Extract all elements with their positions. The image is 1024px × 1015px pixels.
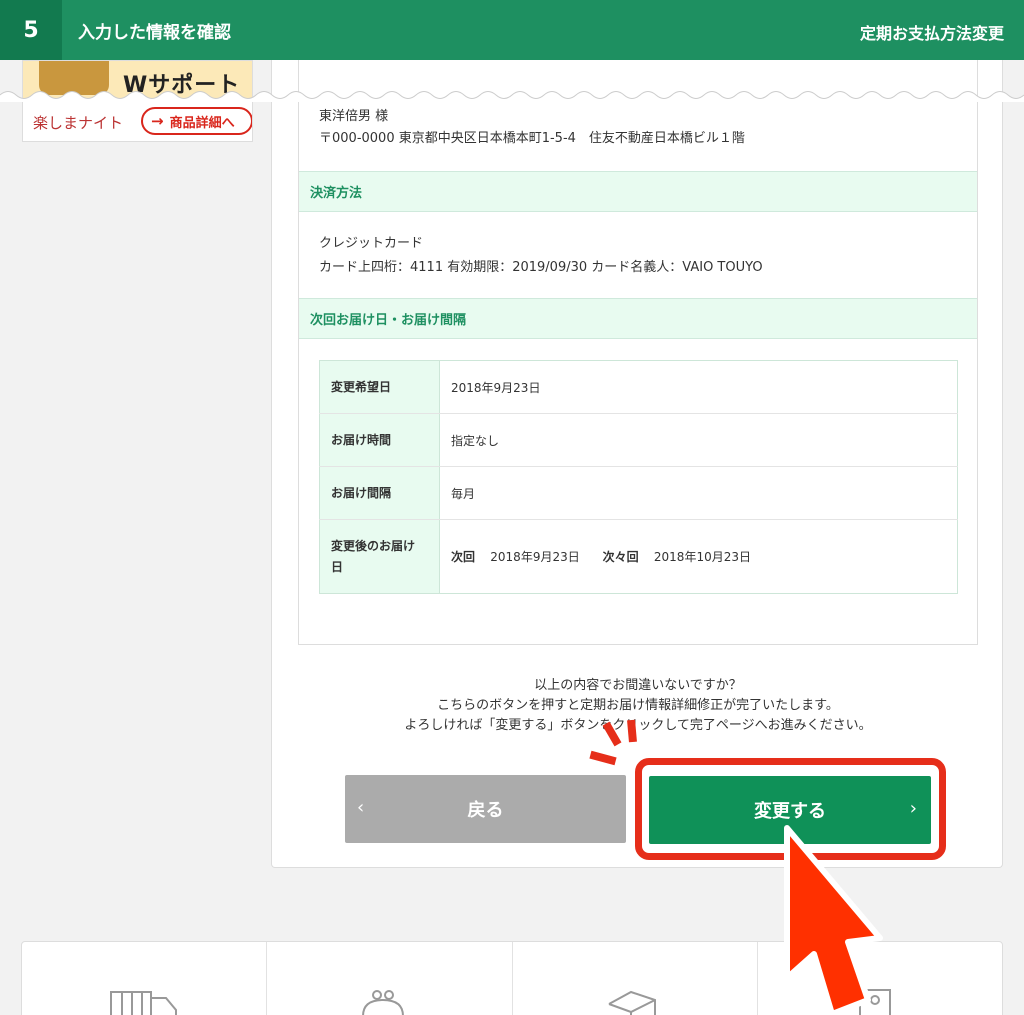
row-label: お届け時間 (319, 413, 440, 467)
after-change-label-line1: 変更後のお届け (331, 538, 416, 553)
payment-method: クレジットカード (319, 236, 424, 251)
table-row: お届け時間 指定なし (319, 413, 958, 467)
schedule-section-header: 次回お届け日・お届け間隔 (299, 298, 977, 339)
confirm-line: こちらのボタンを押すと定期お届け情報詳細修正が完了いたします。 (437, 698, 839, 713)
schedule-table: 変更希望日 2018年9月23日 お届け時間 指定なし お届け間隔 毎月 変更後… (319, 360, 958, 594)
pointer-arrow-icon (784, 825, 883, 1015)
row-label: 変更後のお届け 日 (319, 519, 440, 594)
next-date: 2018年9月23日 (490, 550, 580, 564)
bottom-nav-item[interactable] (513, 942, 758, 1015)
box-icon (608, 990, 656, 1015)
row-label: 変更希望日 (319, 360, 440, 414)
order-info-box: 東洋倍男 様 〒000-0000 東京都中央区日本橋本町1-5-4 住友不動産日… (298, 60, 978, 645)
row-value: 指定なし (439, 413, 958, 467)
after-next-date: 2018年10月23日 (653, 550, 751, 564)
payment-section-header: 決済方法 (299, 171, 977, 212)
product-detail-link[interactable]: → 商品詳細へ (141, 107, 252, 135)
truck-icon (110, 991, 177, 1015)
after-change-label-line2: 日 (331, 559, 344, 574)
next-label: 次回 (451, 550, 476, 564)
torn-edge-decoration (0, 91, 1024, 102)
after-next-label: 次々回 (602, 550, 639, 564)
recipient-address: 〒000-0000 東京都中央区日本橋本町1-5-4 住友不動産日本橋ビル１階 (319, 131, 745, 146)
back-button-label: 戻る (467, 800, 504, 821)
step-title: 入力した情報を確認 (78, 22, 231, 43)
card-info: カード上四桁：4111 有効期限：2019/09/30 カード名義人：VAIO … (319, 260, 763, 275)
page-title: 定期お支払方法変更 (859, 24, 1004, 43)
delivery-address: 東洋倍男 様 〒000-0000 東京都中央区日本橋本町1-5-4 住友不動産日… (319, 106, 745, 150)
table-row: お届け間隔 毎月 (319, 466, 958, 520)
row-label: お届け間隔 (319, 466, 440, 520)
bottom-nav-item[interactable] (267, 942, 513, 1015)
chevron-right-icon: › (909, 798, 917, 819)
table-row: 変更後のお届け 日 次回 2018年9月23日 次々回 2018年10月23日 (319, 519, 958, 594)
row-value: 次回 2018年9月23日 次々回 2018年10月23日 (440, 520, 958, 594)
payment-info: クレジットカード カード上四桁：4111 有効期限：2019/09/30 カード… (319, 232, 763, 280)
confirm-line: 以上の内容でお間違いないですか？ (534, 678, 742, 693)
recipient-name: 東洋倍男 様 (319, 109, 389, 124)
purse-icon (362, 990, 405, 1015)
chevron-left-icon: ‹ (357, 797, 365, 818)
banner-brand: 楽しまナイト (33, 113, 124, 132)
emphasis-sparks-icon (589, 719, 637, 766)
step-number: 5 (0, 0, 62, 60)
bottom-nav-item[interactable] (22, 942, 268, 1015)
table-row: 変更希望日 2018年9月23日 (319, 360, 958, 414)
arrow-right-icon: → (151, 112, 164, 130)
row-value: 2018年9月23日 (439, 360, 958, 414)
product-detail-label: 商品詳細へ (169, 115, 235, 131)
step-header: 5 入力した情報を確認 定期お支払方法変更 (0, 0, 1024, 60)
back-button[interactable]: ‹ 戻る (345, 775, 626, 843)
row-value: 毎月 (439, 466, 958, 520)
